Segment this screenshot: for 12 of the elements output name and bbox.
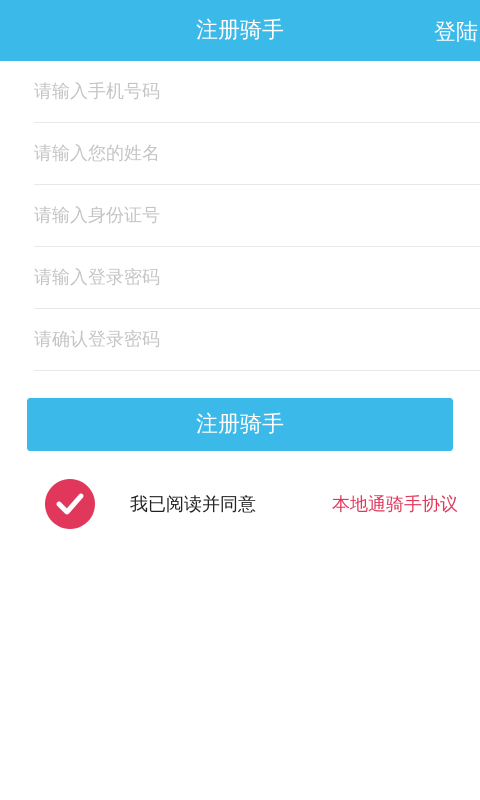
login-link[interactable]: 登陆 [434,16,478,49]
agree-checkbox[interactable] [45,479,95,529]
agreement-text: 我已阅读并同意 [130,492,256,516]
agreement-link[interactable]: 本地通骑手协议 [332,490,458,518]
input-field[interactable]: 请确认登录密码 [34,316,480,364]
input-field[interactable]: 请输入身份证号 [34,192,480,240]
register-button[interactable]: 注册骑手 [27,398,453,451]
input-field[interactable]: 请输入手机号码 [34,68,480,116]
input-field[interactable]: 请输入登录密码 [34,254,480,302]
page-title: 注册骑手 [196,17,284,45]
input-field[interactable]: 请输入您的姓名 [34,130,480,178]
checkmark-icon [56,492,84,516]
